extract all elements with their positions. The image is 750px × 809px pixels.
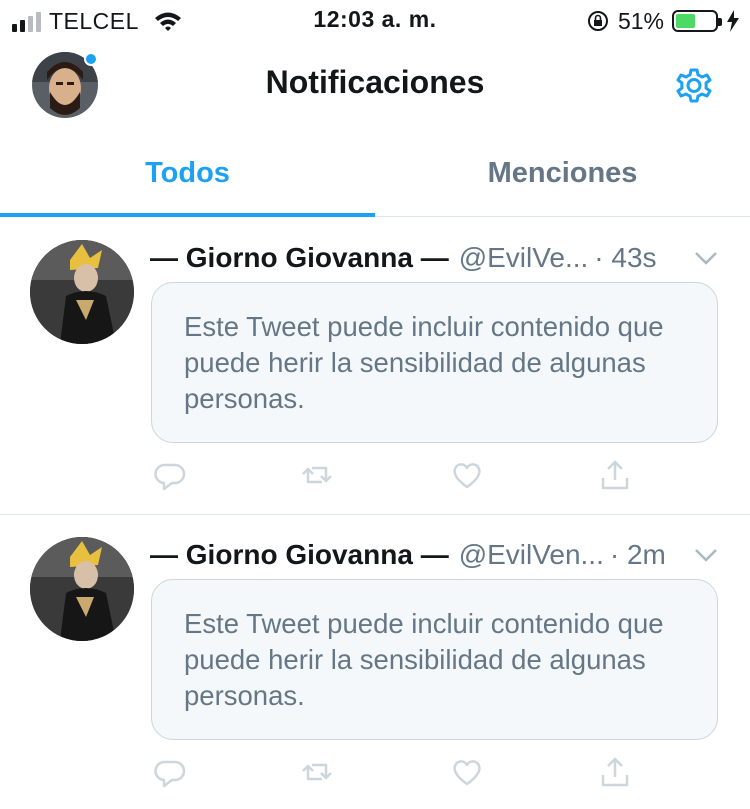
reply-icon[interactable] [153, 458, 187, 492]
share-icon[interactable] [598, 755, 632, 789]
timestamp: · 2m [609, 539, 666, 570]
notification-tweet[interactable]: — Giorno Giovanna — @EvilVen... · 2m Est… [0, 515, 750, 809]
timestamp: · 43s [594, 242, 657, 273]
status-right: 51% [586, 6, 740, 36]
retweet-icon[interactable] [300, 755, 334, 789]
tweet-actions [150, 755, 630, 795]
notification-tweet[interactable]: — Giorno Giovanna — @EvilVe... · 43s Est… [0, 218, 750, 515]
tab-menciones[interactable]: Menciones [375, 130, 750, 216]
battery-percent: 51% [617, 7, 664, 34]
tab-todos[interactable]: Todos [0, 130, 375, 217]
battery-icon [672, 10, 722, 32]
reply-icon[interactable] [153, 755, 187, 789]
page-title: Notificaciones [265, 64, 485, 100]
chevron-down-icon[interactable] [692, 246, 720, 270]
avatar[interactable] [30, 537, 134, 641]
display-name[interactable]: — Giorno Giovanna — [150, 539, 449, 571]
username[interactable]: @EvilVen... [459, 539, 604, 571]
retweet-icon[interactable] [300, 458, 334, 492]
charging-icon [727, 10, 739, 32]
gear-icon[interactable] [672, 64, 716, 108]
status-bar: TELCEL 12:03 a. m. 51% [0, 0, 750, 40]
rotation-lock-icon [587, 11, 608, 31]
header: Notificaciones [0, 40, 750, 130]
chevron-down-icon[interactable] [692, 543, 720, 567]
heart-icon[interactable] [450, 458, 484, 492]
heart-icon[interactable] [450, 755, 484, 789]
display-name[interactable]: — Giorno Giovanna — [150, 242, 449, 274]
sensitive-content-notice[interactable]: Este Tweet puede incluir contenido que p… [151, 579, 718, 740]
tweet-header: — Giorno Giovanna — @EvilVe... · 43s [150, 238, 720, 278]
battery-fill [676, 14, 696, 28]
tweet-header: — Giorno Giovanna — @EvilVen... · 2m [150, 535, 720, 575]
username[interactable]: @EvilVe... [459, 242, 589, 274]
avatar[interactable] [30, 240, 134, 344]
tweet-actions [150, 458, 630, 498]
sensitive-content-notice[interactable]: Este Tweet puede incluir contenido que p… [151, 282, 718, 443]
tab-bar: Todos Menciones [0, 130, 750, 217]
share-icon[interactable] [598, 458, 632, 492]
